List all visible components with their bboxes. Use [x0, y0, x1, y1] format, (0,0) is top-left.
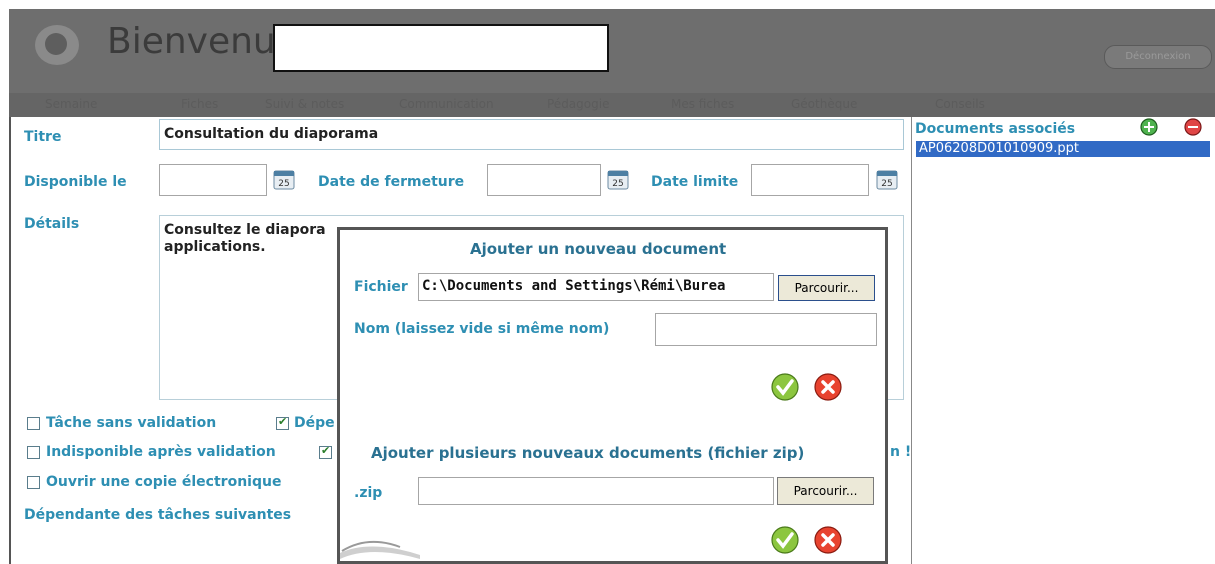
calendar-icon[interactable]: 25 [273, 168, 295, 190]
details-label: Détails [24, 216, 80, 232]
document-list-item[interactable]: AP06208D01010909.ppt [916, 141, 1210, 157]
dependante-checkbox[interactable] [276, 415, 289, 430]
redacted-name-box [273, 24, 609, 72]
limite-date-input[interactable] [751, 164, 869, 196]
app-header: Bienvenue Déconnexion Semaine Fiches Sui… [9, 9, 1215, 117]
documents-panel [911, 117, 1215, 564]
limite-label: Date limite [651, 174, 739, 190]
calendar-day: 25 [278, 179, 289, 189]
checkbox-label: Tâche sans validation [46, 415, 217, 431]
truncated-text: n ! [890, 444, 912, 460]
nom-label: Nom (laissez vide si même nom) [354, 321, 610, 337]
add-document-dialog: Ajouter un nouveau document Fichier C:\D… [337, 227, 888, 564]
calendar-day: 25 [881, 179, 892, 189]
titre-input[interactable]: Consultation du diaporama [159, 119, 904, 150]
titre-label: Titre [24, 129, 62, 145]
calendar-day: 25 [612, 179, 623, 189]
tache-sans-validation-checkbox[interactable] [27, 417, 40, 430]
zip-browse-button[interactable]: Parcourir... [777, 477, 874, 505]
welcome-title: Bienvenue [107, 21, 298, 62]
cancel-icon[interactable] [814, 373, 842, 401]
nav-item[interactable]: Communication [399, 97, 494, 111]
fichier-label: Fichier [354, 279, 408, 295]
nav-item[interactable]: Semaine [45, 97, 97, 111]
copie-electronique-checkbox[interactable] [27, 476, 40, 489]
zip-label: .zip [354, 485, 383, 501]
indisponible-checkbox[interactable] [27, 446, 40, 459]
fichier-input[interactable]: C:\Documents and Settings\Rémi\Burea [418, 273, 774, 301]
add-document-icon[interactable] [1140, 118, 1158, 136]
nav-item[interactable]: Conseils [935, 97, 985, 111]
fermeture-label: Date de fermeture [318, 174, 465, 190]
confirm-icon[interactable] [771, 373, 799, 401]
option-checkbox[interactable] [319, 444, 332, 459]
cancel-icon[interactable] [814, 526, 842, 554]
disponible-label: Disponible le [24, 174, 127, 190]
fermeture-date-input[interactable] [487, 164, 601, 196]
browse-button[interactable]: Parcourir... [778, 275, 875, 301]
calendar-icon[interactable]: 25 [607, 168, 629, 190]
dialog-subtitle: Ajouter plusieurs nouveaux documents (fi… [371, 444, 805, 462]
zip-input[interactable] [418, 477, 774, 505]
checkbox-label: Indisponible après validation [46, 444, 276, 460]
logout-button[interactable]: Déconnexion [1104, 45, 1212, 69]
left-border [9, 117, 11, 564]
remove-document-icon[interactable] [1184, 118, 1202, 136]
checkbox-label: Ouvrir une copie électronique [46, 474, 282, 490]
nom-input[interactable] [655, 313, 877, 346]
checkbox-label: Dépe [294, 415, 335, 431]
dialog-title: Ajouter un nouveau document [470, 240, 727, 258]
dependante-label: Dépendante des tâches suivantes [24, 507, 292, 523]
nav-item[interactable]: Fiches [181, 97, 218, 111]
nav-item[interactable]: Géothèque [791, 97, 857, 111]
confirm-icon[interactable] [771, 526, 799, 554]
calendar-icon[interactable]: 25 [876, 168, 898, 190]
app-logo [35, 25, 79, 65]
book-decoration-icon [340, 540, 420, 559]
documents-label: Documents associés [915, 121, 1076, 137]
disponible-date-input[interactable] [159, 164, 267, 196]
main-nav: Semaine Fiches Suivi & notes Communicati… [9, 93, 1215, 117]
nav-item[interactable]: Mes fiches [671, 97, 734, 111]
nav-item[interactable]: Pédagogie [547, 97, 609, 111]
nav-item[interactable]: Suivi & notes [265, 97, 344, 111]
